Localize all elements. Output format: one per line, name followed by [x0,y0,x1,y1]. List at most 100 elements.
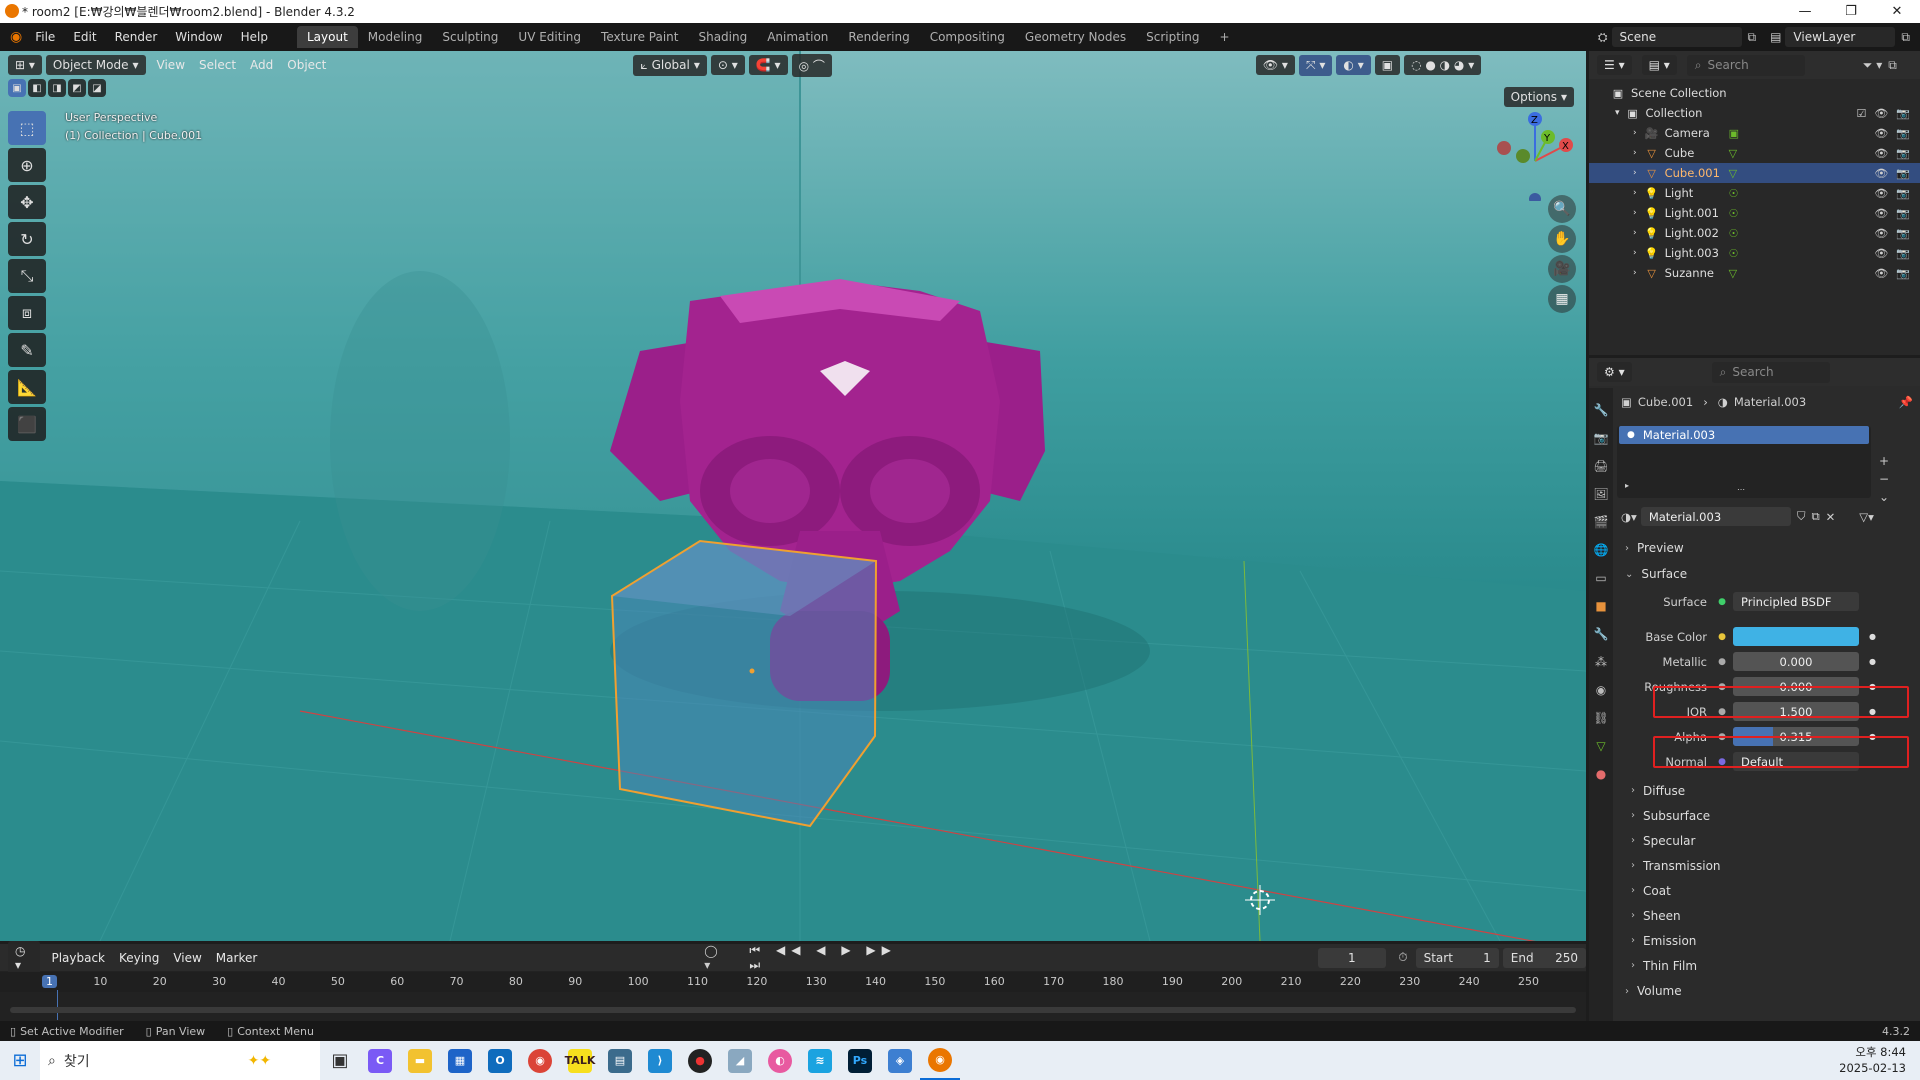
taskbar-search[interactable]: ⌕ 찾기 ✦✦ [40,1041,320,1080]
eye-icon[interactable]: 👁 [1874,127,1888,140]
viewport-options-button[interactable]: Options ▾ [1503,87,1574,107]
select-new-icon[interactable]: ▣ [8,79,26,97]
measure-icon[interactable]: 📐 [8,370,46,404]
camera-render-icon[interactable]: 📷 [1896,167,1910,180]
tab-texture-paint[interactable]: Texture Paint [591,26,688,48]
windows-start-icon[interactable]: ⊞ [0,1041,40,1080]
viewport-menu-view[interactable]: View [150,58,192,72]
filter-icon[interactable]: ⏷ ▾ [1863,58,1882,73]
task-view-icon[interactable]: ▣ [320,1041,360,1080]
mesh-data-icon[interactable]: ▽ [1729,267,1737,280]
view-layer-tab-icon[interactable]: 🖼 [1593,484,1608,504]
tab-animation[interactable]: Animation [757,26,838,48]
tab-rendering[interactable]: Rendering [838,26,919,48]
outliner-item-cube[interactable]: › ▽ Cube ▽ 👁 📷 [1589,143,1920,163]
app-icon-1[interactable]: ◢ [720,1041,760,1080]
select-box-icon[interactable]: ⬚ [8,111,46,145]
scene-icon[interactable]: ⛭ [1598,30,1608,45]
subpanel-transmission[interactable]: › Transmission [1617,853,1917,878]
remove-slot-icon[interactable]: − [1879,472,1889,486]
particles-tab-icon[interactable]: ⁂ [1595,652,1607,672]
preview-panel-header[interactable]: › Preview [1617,535,1917,561]
pivot-icon[interactable]: ⊙ ▾ [710,55,745,75]
slot-menu-icon[interactable]: ⌄ [1879,490,1889,504]
timeline-menu-marker[interactable]: Marker [209,951,264,965]
menu-window[interactable]: Window [166,30,231,44]
volume-panel-header[interactable]: › Volume [1617,978,1917,1004]
camera-render-icon[interactable]: 📷 [1896,207,1910,220]
base-color-swatch[interactable] [1733,627,1859,646]
expand-icon[interactable]: ▾ [1615,108,1620,118]
preview-range-icon[interactable]: ⏱ [1398,950,1407,965]
scale-icon[interactable]: ⤡ [8,259,46,293]
metallic-slider[interactable]: 0.000 [1733,652,1859,671]
viewlayer-icon[interactable]: ▤ [1770,30,1781,44]
browse-material-icon[interactable]: ◑▾ [1621,510,1637,524]
properties-editor-type-icon[interactable]: ⚙ ▾ [1597,362,1632,382]
annotate-icon[interactable]: ✎ [8,333,46,367]
camera-render-icon[interactable]: 📷 [1896,107,1910,120]
material-name-field[interactable]: Material.003 [1640,507,1791,526]
frame-ruler[interactable]: 1 10 20 30 40 50 60 70 80 90 100 110 120 130 140 150 160… [0,972,1586,1020]
timeline-scrollbar[interactable] [10,1007,1576,1013]
select-subtract-icon[interactable]: ◨ [48,79,66,97]
eye-icon[interactable]: 👁 [1874,107,1888,120]
collection-tab-icon[interactable]: ▭ [1595,568,1606,588]
outliner-item-light-002[interactable]: › 💡 Light.002 ☉ 👁 📷 [1589,223,1920,243]
scene-tab-icon[interactable]: 🎬 [1594,512,1609,532]
menu-render[interactable]: Render [106,30,167,44]
object-tab-icon[interactable]: ■ [1595,596,1606,616]
tab-scripting[interactable]: Scripting [1136,26,1209,48]
object-mode-dropdown[interactable]: Object Mode ▾ [45,55,146,75]
new-scene-icon[interactable]: ⧉ [1748,30,1757,45]
scene-selector[interactable]: Scene [1611,27,1742,47]
light-data-icon[interactable]: ☉ [1729,207,1739,220]
outliner-item-suzanne[interactable]: › ▽ Suzanne ▽ 👁 📷 [1589,263,1920,283]
menu-file[interactable]: File [26,30,64,44]
recorder-icon[interactable]: ● [680,1041,720,1080]
autokey-icon[interactable]: ◯ ▾ [704,944,725,972]
outliner-item-camera[interactable]: › 🎥 Camera ▣ 👁 📷 [1589,123,1920,143]
add-cube-icon[interactable]: ⬛ [8,407,46,441]
select-intersect-icon[interactable]: ◪ [88,79,106,97]
tab-modeling[interactable]: Modeling [358,26,433,48]
pan-hand-icon[interactable]: ✋ [1548,225,1576,253]
subpanel-diffuse[interactable]: › Diffuse [1617,778,1917,803]
viewport-menu-object[interactable]: Object [280,58,333,72]
add-workspace-icon[interactable]: + [1210,26,1240,48]
menu-edit[interactable]: Edit [64,30,105,44]
expand-icon[interactable]: › [1633,208,1637,218]
eye-icon[interactable]: 👁 [1874,167,1888,180]
keyframe-dot-icon[interactable]: ● [1869,657,1876,666]
transform-icon[interactable]: ⧈ [8,296,46,330]
timeline-menu-playback[interactable]: Playback [44,951,112,965]
add-slot-icon[interactable]: + [1879,454,1889,468]
subpanel-sheen[interactable]: › Sheen [1617,903,1917,928]
viewlayer-selector[interactable]: ViewLayer [1785,27,1896,47]
output-tab-icon[interactable]: 🖨 [1593,456,1608,476]
move-icon[interactable]: ✥ [8,185,46,219]
material-slot-list[interactable]: ● Material.003 ▸ ⋯ [1617,426,1871,498]
data-tab-icon[interactable]: ▽ [1596,736,1605,756]
overlay-toggle-icon[interactable]: ◐ ▾ [1336,55,1371,75]
snap-icon[interactable]: 🧲 ▾ [748,55,788,75]
close-icon[interactable]: ✕ [1874,0,1920,23]
tab-uv-editing[interactable]: UV Editing [508,26,591,48]
physics-tab-icon[interactable]: ◉ [1596,680,1606,700]
scene-collection-row[interactable]: ▣ Scene Collection [1589,83,1920,103]
visibility-icon[interactable]: 👁 ▾ [1255,55,1295,75]
cursor-icon[interactable]: ⊕ [8,148,46,182]
taskbar-clock[interactable]: 오후 8:44 2025-02-13 [1839,1044,1906,1076]
keyframe-dot-icon[interactable]: ● [1869,632,1876,641]
pin-icon[interactable]: 📌 [1899,395,1913,409]
minimize-icon[interactable]: — [1782,0,1828,23]
zoom-icon[interactable]: 🔍 [1548,195,1576,223]
blender-menu-icon[interactable]: ◉ [10,29,22,45]
expand-icon[interactable]: › [1633,268,1637,278]
slot-resize-handle-icon[interactable]: ⋯ [1737,485,1745,494]
editor-type-icon[interactable]: ⊞ ▾ [8,55,42,75]
expand-icon[interactable]: › [1633,188,1637,198]
shading-mode-icons[interactable]: ◌ ● ◑ ◕ ▾ [1404,55,1482,75]
modifier-tab-icon[interactable]: 🔧 [1594,624,1609,644]
file-explorer-icon[interactable]: ▬ [400,1041,440,1080]
